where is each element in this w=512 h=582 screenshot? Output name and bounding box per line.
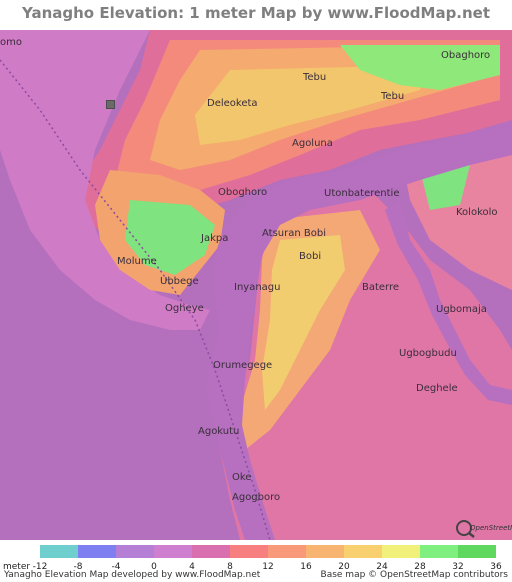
place-label: omo bbox=[0, 37, 22, 48]
legend-swatch bbox=[40, 545, 78, 558]
place-label: Ugbogbudu bbox=[399, 348, 457, 359]
location-marker bbox=[106, 100, 115, 109]
legend-swatch bbox=[192, 545, 230, 558]
legend-swatch bbox=[268, 545, 306, 558]
place-label: Orumegege bbox=[213, 360, 273, 371]
place-label: Baterre bbox=[362, 282, 400, 293]
legend-swatch bbox=[230, 545, 268, 558]
footer-attribution: Base map © OpenStreetMap contributors bbox=[320, 570, 508, 580]
place-label: Ubbege bbox=[160, 276, 199, 287]
place-label: Agogboro bbox=[232, 492, 281, 503]
place-label: Ugbomaja bbox=[436, 304, 487, 315]
elevation-legend: meter -12 -8 -4 0 4 8 12 16 20 24 28 32 36 Yanagho E… bbox=[0, 540, 512, 582]
legend-swatch bbox=[458, 545, 496, 558]
place-label: Deleoketa bbox=[207, 98, 258, 109]
legend-swatch bbox=[382, 545, 420, 558]
legend-swatch bbox=[78, 545, 116, 558]
place-label: Kolokolo bbox=[456, 207, 498, 218]
legend-swatch bbox=[344, 545, 382, 558]
place-label: Oke bbox=[232, 472, 252, 483]
footer-credit: Yanagho Elevation Map developed by www.F… bbox=[4, 570, 261, 580]
legend-swatch bbox=[154, 545, 192, 558]
place-label: Atsuran Bobi bbox=[262, 228, 326, 239]
openstreetmap-badge: OpenStreetMap bbox=[470, 524, 512, 532]
place-label: Ogheye bbox=[165, 303, 204, 314]
place-label: Bobi bbox=[299, 251, 322, 262]
legend-swatch bbox=[306, 545, 344, 558]
elevation-map[interactable]: omo Obaghoro Tebu Tebu Deleoketa Agoluna… bbox=[0, 30, 512, 540]
place-label: Inyanagu bbox=[234, 282, 281, 293]
place-label: Deghele bbox=[416, 383, 458, 394]
legend-swatch bbox=[420, 545, 458, 558]
place-label: Obaghoro bbox=[441, 50, 491, 61]
place-label: Jakpa bbox=[201, 233, 229, 244]
map-title: Yanagho Elevation: 1 meter Map by www.Fl… bbox=[0, 0, 512, 48]
place-label: Oboghoro bbox=[218, 187, 268, 198]
place-label: Molume bbox=[117, 256, 157, 267]
place-label: Tebu bbox=[381, 91, 405, 102]
legend-tick-label: 16 bbox=[300, 562, 312, 572]
legend-swatch bbox=[116, 545, 154, 558]
place-label: Agokutu bbox=[198, 426, 240, 437]
place-label: Agoluna bbox=[292, 138, 333, 149]
place-label: Utonbaterentie bbox=[324, 188, 400, 199]
place-label: Tebu bbox=[303, 72, 327, 83]
legend-tick-label: 12 bbox=[262, 562, 274, 572]
